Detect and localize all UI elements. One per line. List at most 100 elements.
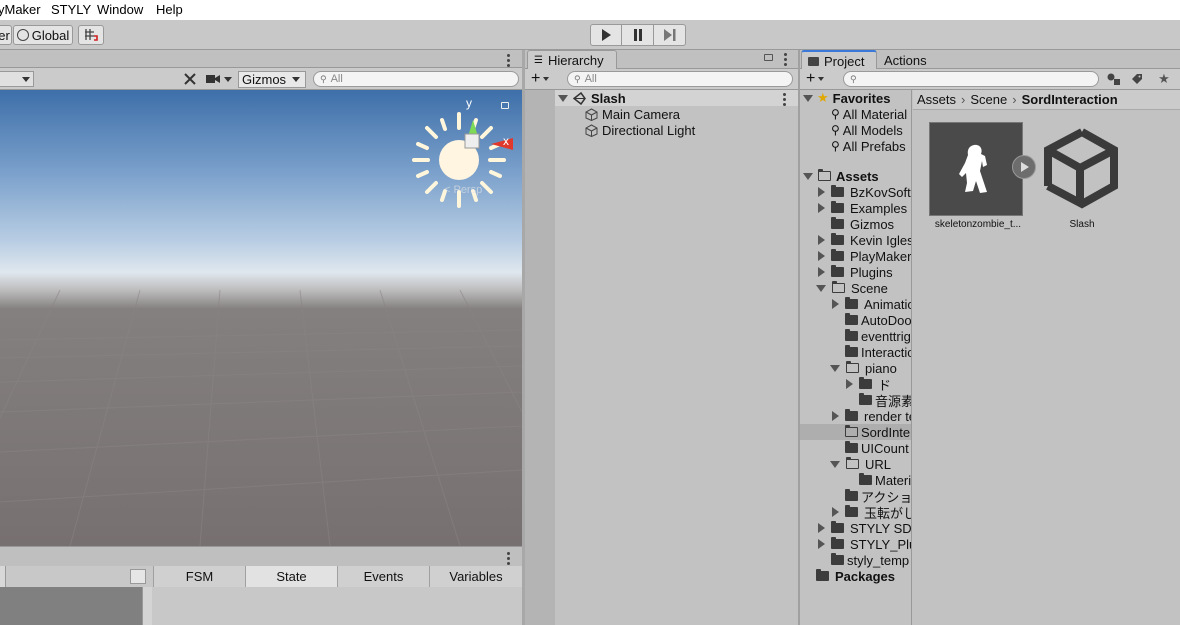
expand-arrow-icon[interactable] bbox=[816, 284, 826, 292]
scene-row-kebab-icon[interactable] bbox=[783, 93, 786, 108]
expand-arrow-icon[interactable] bbox=[818, 539, 825, 549]
hierarchy-add-button[interactable]: + bbox=[531, 70, 550, 88]
expand-arrow-icon[interactable] bbox=[832, 507, 839, 517]
folder-icon bbox=[859, 393, 872, 405]
folder-row-sordinteraction[interactable]: SordInter bbox=[844, 424, 911, 440]
draw-mode-dropdown[interactable] bbox=[0, 71, 34, 87]
graph-view-icon[interactable] bbox=[130, 569, 146, 584]
expand-arrow-icon[interactable] bbox=[818, 267, 825, 277]
folder-row[interactable]: eventtrig bbox=[845, 328, 911, 344]
folder-row[interactable]: 玉転がし bbox=[832, 504, 912, 521]
scene-search-input[interactable]: ⚲ All bbox=[313, 71, 519, 87]
expand-arrow-icon[interactable] bbox=[818, 235, 825, 245]
expand-arrow-icon[interactable] bbox=[558, 94, 568, 102]
expand-arrow-icon[interactable] bbox=[832, 411, 839, 421]
breadcrumb-item[interactable]: Scene bbox=[970, 92, 1007, 107]
lock-icon[interactable] bbox=[764, 54, 773, 61]
folder-row-assets[interactable]: Assets bbox=[803, 168, 879, 184]
lock-icon[interactable] bbox=[501, 102, 509, 109]
gameobject-cube-icon bbox=[585, 123, 598, 137]
favorite-item-all-materials[interactable]: ⚲ All Material bbox=[831, 106, 907, 122]
effects-toggle[interactable] bbox=[180, 71, 200, 87]
folder-row[interactable]: BzKovSoft bbox=[818, 184, 911, 200]
expand-arrow-icon[interactable] bbox=[803, 172, 813, 180]
expand-arrow-icon[interactable] bbox=[818, 251, 825, 261]
tab-variables[interactable]: Variables bbox=[429, 566, 522, 587]
project-search-input[interactable]: ⚲ bbox=[843, 71, 1099, 87]
folder-label: BzKovSoft bbox=[850, 184, 911, 200]
fsm-graph-area[interactable] bbox=[0, 587, 148, 625]
folder-row[interactable]: render te bbox=[832, 408, 911, 424]
hierarchy-menu-kebab-icon[interactable] bbox=[784, 53, 787, 68]
search-by-type-button[interactable] bbox=[1105, 71, 1123, 87]
folder-row[interactable]: Gizmos bbox=[831, 216, 894, 232]
unity-scene-asset-icon[interactable] bbox=[1040, 126, 1122, 212]
favorite-item-all-prefabs[interactable]: ⚲ All Prefabs bbox=[831, 138, 906, 154]
hierarchy-scene-row[interactable]: Slash bbox=[558, 90, 626, 106]
folder-row[interactable]: UICount bbox=[845, 440, 909, 456]
breadcrumb-item[interactable]: SordInteraction bbox=[1022, 92, 1118, 107]
folder-label: Assets bbox=[836, 168, 879, 184]
grid-snap-button[interactable] bbox=[78, 25, 104, 45]
expand-arrow-icon[interactable] bbox=[818, 187, 825, 197]
folder-row[interactable]: AutoDoo bbox=[845, 312, 911, 328]
expand-arrow-icon[interactable] bbox=[830, 364, 840, 372]
folder-row-scene[interactable]: Scene bbox=[816, 280, 888, 296]
folder-row[interactable]: STYLY SDK bbox=[818, 520, 911, 536]
favorite-item-all-models[interactable]: ⚲ All Models bbox=[831, 122, 903, 138]
pivot-toggle[interactable]: er bbox=[0, 25, 12, 45]
expand-arrow-icon[interactable] bbox=[818, 203, 825, 213]
fsm-selector[interactable] bbox=[0, 566, 6, 587]
folder-row[interactable]: Interactic bbox=[845, 344, 911, 360]
folder-row[interactable]: styly_temp bbox=[831, 552, 909, 568]
folder-row[interactable]: 音源素 bbox=[859, 392, 911, 409]
folder-label: Animatio bbox=[864, 296, 912, 312]
folder-row[interactable]: STYLY_Plu bbox=[818, 536, 911, 552]
gizmos-dropdown[interactable]: Gizmos bbox=[238, 71, 306, 88]
expand-arrow-icon[interactable] bbox=[803, 94, 813, 102]
tab-fsm[interactable]: FSM bbox=[153, 566, 245, 587]
breadcrumb-item[interactable]: Assets bbox=[917, 92, 956, 107]
folder-row[interactable]: Examples bbox=[818, 200, 907, 216]
tab-project[interactable]: Project bbox=[801, 50, 877, 70]
menu-window[interactable]: Window bbox=[97, 2, 143, 17]
tab-state[interactable]: State bbox=[245, 566, 337, 587]
folder-row-url[interactable]: URL bbox=[830, 456, 891, 472]
folder-row[interactable]: Plugins bbox=[818, 264, 893, 280]
fsm-scrollbar[interactable] bbox=[142, 587, 152, 625]
hierarchy-search-input[interactable]: ⚲ All bbox=[567, 71, 793, 87]
expand-arrow-icon[interactable] bbox=[830, 460, 840, 468]
folder-icon bbox=[831, 233, 844, 245]
folder-row-packages[interactable]: Packages bbox=[816, 568, 895, 584]
play-button[interactable] bbox=[590, 24, 622, 46]
project-add-button[interactable]: + bbox=[806, 70, 825, 88]
tab-events[interactable]: Events bbox=[337, 566, 429, 587]
menu-help[interactable]: Help bbox=[156, 2, 183, 17]
expand-arrow-icon[interactable] bbox=[818, 523, 825, 533]
tab-hierarchy[interactable]: ☰ Hierarchy bbox=[527, 50, 617, 70]
folder-row[interactable]: Kevin Iglesi bbox=[818, 232, 911, 248]
menu-styly[interactable]: STYLY bbox=[51, 2, 91, 17]
scene-viewport[interactable]: y x < Persp bbox=[0, 90, 522, 546]
playmaker-menu-kebab-icon[interactable] bbox=[507, 552, 510, 567]
search-by-label-button[interactable] bbox=[1128, 71, 1146, 87]
tab-actions[interactable]: Actions bbox=[884, 53, 927, 68]
star-icon[interactable]: ★ bbox=[1155, 71, 1173, 87]
folder-row[interactable]: Animatio bbox=[832, 296, 912, 312]
step-button[interactable] bbox=[654, 24, 686, 46]
hierarchy-row-main-camera[interactable]: Main Camera bbox=[585, 106, 680, 122]
menu-playmaker[interactable]: yMaker bbox=[0, 2, 41, 17]
folder-row[interactable]: PlayMaker bbox=[818, 248, 911, 264]
camera-dropdown[interactable] bbox=[206, 71, 238, 87]
expand-arrow-icon[interactable] bbox=[846, 379, 853, 389]
scene-menu-kebab-icon[interactable] bbox=[507, 54, 510, 69]
hierarchy-row-directional-light[interactable]: Directional Light bbox=[585, 122, 695, 138]
folder-label: 玉転がし bbox=[864, 505, 912, 521]
asset-thumbnail-skeletonzombie[interactable] bbox=[929, 122, 1023, 216]
global-toggle[interactable]: Global bbox=[13, 25, 73, 45]
pause-button[interactable] bbox=[622, 24, 654, 46]
expand-prefab-button[interactable] bbox=[1012, 155, 1036, 179]
favorites-row[interactable]: ★ Favorites bbox=[803, 90, 890, 106]
persp-label[interactable]: < Persp bbox=[444, 184, 482, 196]
expand-arrow-icon[interactable] bbox=[832, 299, 839, 309]
